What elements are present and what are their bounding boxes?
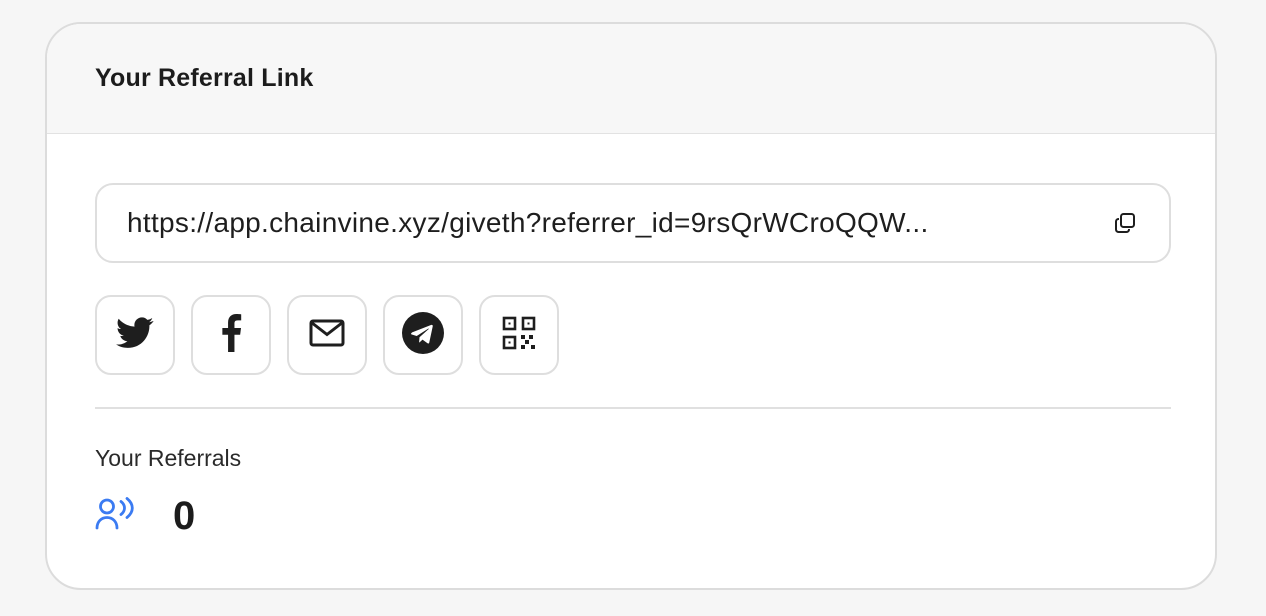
referral-link-text[interactable]: https://app.chainvine.xyz/giveth?referre… <box>127 207 1083 239</box>
referral-link-field[interactable]: https://app.chainvine.xyz/giveth?referre… <box>95 183 1171 263</box>
card-title: Your Referral Link <box>95 64 314 92</box>
share-twitter-button[interactable] <box>95 295 175 375</box>
referrals-icon <box>95 497 135 536</box>
referrals-label: Your Referrals <box>95 445 242 471</box>
mail-icon <box>309 319 345 352</box>
referrals-stat: 0 <box>95 494 195 539</box>
share-email-button[interactable] <box>287 295 367 375</box>
referral-card: Your Referral Link https://app.chainvine… <box>45 22 1217 590</box>
section-divider <box>95 407 1171 409</box>
card-header: Your Referral Link <box>47 24 1215 134</box>
facebook-icon <box>220 313 242 357</box>
telegram-icon <box>402 311 444 359</box>
qr-code-icon <box>502 316 536 355</box>
copy-icon[interactable] <box>1111 209 1139 237</box>
qr-code-button[interactable] <box>479 295 559 375</box>
share-facebook-button[interactable] <box>191 295 271 375</box>
twitter-icon <box>116 316 154 354</box>
share-telegram-button[interactable] <box>383 295 463 375</box>
share-buttons <box>95 295 559 375</box>
referrals-count: 0 <box>173 494 196 538</box>
